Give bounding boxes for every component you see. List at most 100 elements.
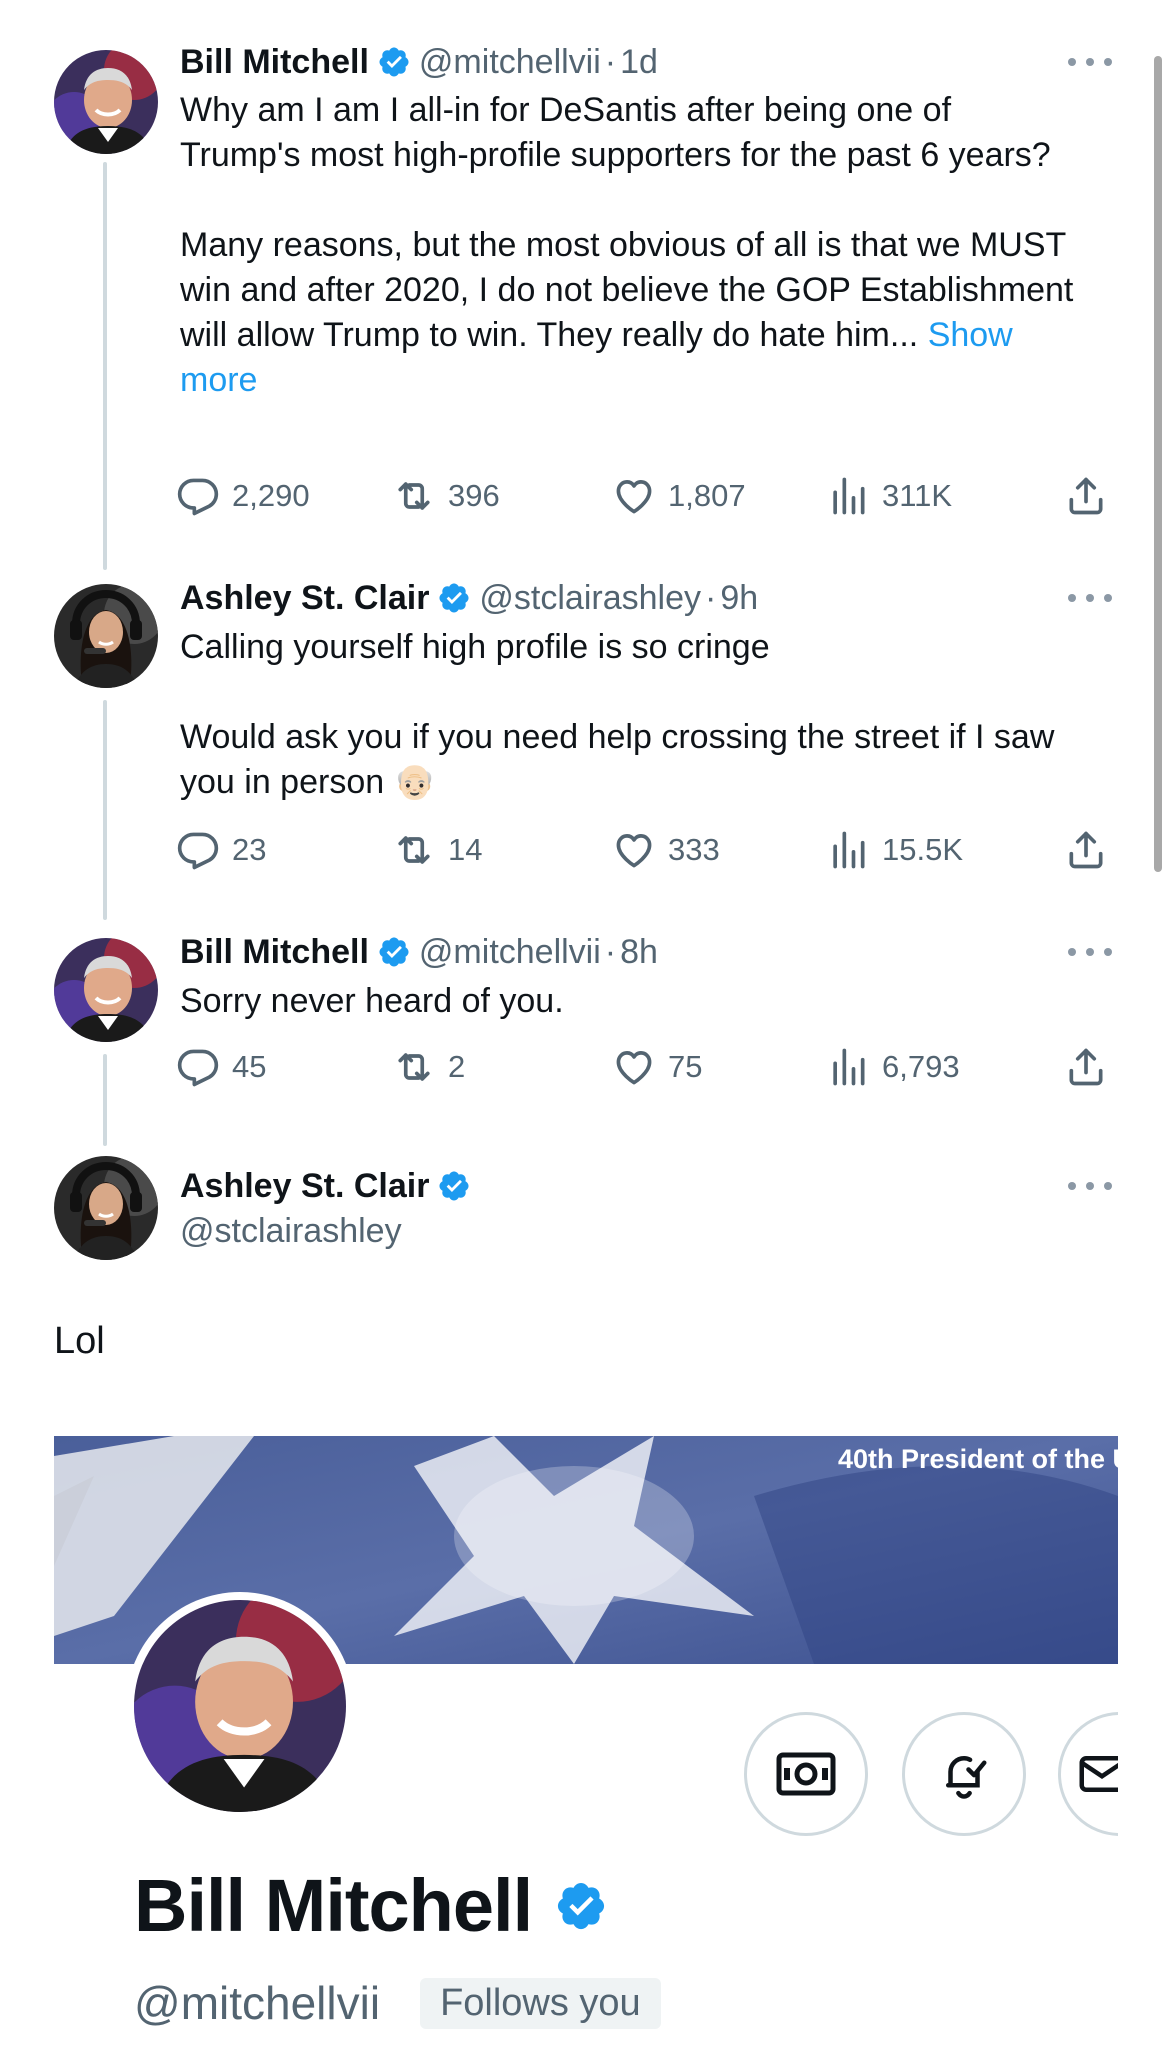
reply-icon (176, 828, 220, 872)
tweet-header: Bill Mitchell @mitchellvii · 1d (180, 42, 658, 82)
follows-you-badge: Follows you (420, 1977, 661, 2029)
verified-badge-icon (437, 581, 471, 615)
message-button[interactable] (1058, 1712, 1118, 1836)
views-button[interactable]: 15.5K (826, 828, 963, 872)
like-count: 75 (668, 1049, 703, 1084)
views-icon (826, 1045, 870, 1089)
money-icon (776, 1752, 836, 1796)
verified-badge-icon (437, 1169, 471, 1203)
avatar[interactable] (54, 50, 158, 154)
reply-button[interactable]: 23 (176, 828, 266, 872)
tweet-paragraph: Why am I am I all-in for DeSantis after … (180, 91, 1051, 174)
author-name[interactable]: Bill Mitchell (180, 932, 369, 972)
bell-icon (946, 1755, 987, 1799)
more-icon[interactable] (1068, 1176, 1112, 1196)
tweet-actions: 45 2 75 6,793 (176, 1045, 1116, 1089)
avatar[interactable] (54, 1156, 158, 1260)
more-icon[interactable] (1068, 52, 1112, 72)
thread-line (103, 162, 107, 570)
profile-avatar[interactable] (126, 1592, 354, 1820)
profile-display-name: Bill Mitchell (134, 1864, 533, 1947)
author-handle[interactable]: @mitchellvii (419, 42, 601, 82)
verified-badge-icon (377, 45, 411, 79)
tweet-paragraph: Would ask you if you need help crossing … (180, 718, 1055, 801)
heart-icon (612, 828, 656, 872)
reply-icon (176, 1045, 220, 1089)
message-button-clip (1058, 1712, 1118, 1836)
view-count: 6,793 (882, 1049, 960, 1084)
author-name[interactable]: Ashley St. Clair (180, 578, 429, 618)
tweet-header: Bill Mitchell @mitchellvii · 8h (180, 932, 658, 972)
share-button[interactable] (1064, 1045, 1120, 1089)
share-icon (1064, 1045, 1108, 1089)
separator-dot: · (604, 933, 617, 971)
tweet-time[interactable]: 1d (620, 42, 658, 82)
retweet-icon (392, 828, 436, 872)
author-handle[interactable]: @stclairashley (479, 578, 701, 618)
heart-icon (612, 474, 656, 518)
verified-badge-icon (554, 1879, 608, 1933)
tweet-time[interactable]: 9h (720, 578, 758, 618)
profile-handle: @mitchellvii (134, 1977, 381, 2029)
message-icon (1079, 1756, 1118, 1792)
share-button[interactable] (1064, 474, 1120, 518)
like-count: 1,807 (668, 478, 746, 513)
retweet-icon (392, 1045, 436, 1089)
more-icon[interactable] (1068, 588, 1112, 608)
verified-badge-icon (377, 935, 411, 969)
retweet-count: 14 (448, 832, 483, 867)
share-icon (1064, 474, 1108, 518)
reply-count: 2,290 (232, 478, 310, 513)
view-count: 311K (882, 478, 953, 513)
retweet-icon (392, 474, 436, 518)
retweet-count: 396 (448, 478, 500, 513)
profile-name: Bill Mitchell (134, 1864, 608, 1948)
tweet-actions: 23 14 333 15.5K (176, 828, 1116, 872)
main-tweet-text: Lol (54, 1320, 105, 1362)
more-icon[interactable] (1068, 942, 1112, 962)
reply-icon (176, 474, 220, 518)
author-name[interactable]: Ashley St. Clair (180, 1166, 429, 1206)
author-name[interactable]: Bill Mitchell (180, 42, 369, 82)
retweet-count: 2 (448, 1049, 466, 1084)
avatar[interactable] (54, 938, 158, 1042)
views-button[interactable]: 311K (826, 474, 952, 518)
author-handle[interactable]: @mitchellvii (419, 932, 601, 972)
thread-line (103, 700, 107, 920)
author-handle[interactable]: @stclairashley (180, 1211, 402, 1251)
views-icon (826, 474, 870, 518)
heart-icon (612, 1045, 656, 1089)
old-man-emoji: 👴🏻 (393, 763, 436, 801)
views-button[interactable]: 6,793 (826, 1045, 960, 1089)
like-button[interactable]: 75 (612, 1045, 702, 1089)
notifications-button[interactable] (902, 1712, 1026, 1836)
reply-button[interactable]: 2,290 (176, 474, 310, 518)
tweet-time[interactable]: 8h (620, 932, 658, 972)
avatar[interactable] (54, 584, 158, 688)
retweet-button[interactable]: 396 (392, 474, 500, 518)
share-button[interactable] (1064, 828, 1120, 872)
tweet-header: Ashley St. Clair @stclairashley · 9h (180, 578, 758, 618)
reply-count: 45 (232, 1049, 267, 1084)
reply-count: 23 (232, 832, 267, 867)
tweet-text: Calling yourself high profile is so crin… (180, 625, 1080, 805)
tweet-text: Why am I am I all-in for DeSantis after … (180, 88, 1080, 403)
views-icon (826, 828, 870, 872)
tweet-text: Sorry never heard of you. (180, 979, 1080, 1024)
tweet-paragraph: Sorry never heard of you. (180, 982, 564, 1020)
like-button[interactable]: 333 (612, 828, 720, 872)
reply-button[interactable]: 45 (176, 1045, 266, 1089)
banner-caption: 40th President of the U (838, 1444, 1118, 1474)
tip-button[interactable] (744, 1712, 868, 1836)
main-tweet-name-row: Ashley St. Clair (180, 1166, 479, 1206)
view-count: 15.5K (882, 832, 964, 867)
separator-dot: · (604, 43, 617, 81)
retweet-button[interactable]: 14 (392, 828, 482, 872)
like-button[interactable]: 1,807 (612, 474, 746, 518)
thread-line (103, 1054, 107, 1146)
main-tweet-handle-row: @stclairashley (180, 1211, 402, 1251)
retweet-button[interactable]: 2 (392, 1045, 465, 1089)
tweet-paragraph: Calling yourself high profile is so crin… (180, 628, 770, 666)
profile-handle-row: @mitchellvii Follows you (134, 1976, 661, 2030)
scrollbar[interactable] (1154, 56, 1162, 872)
